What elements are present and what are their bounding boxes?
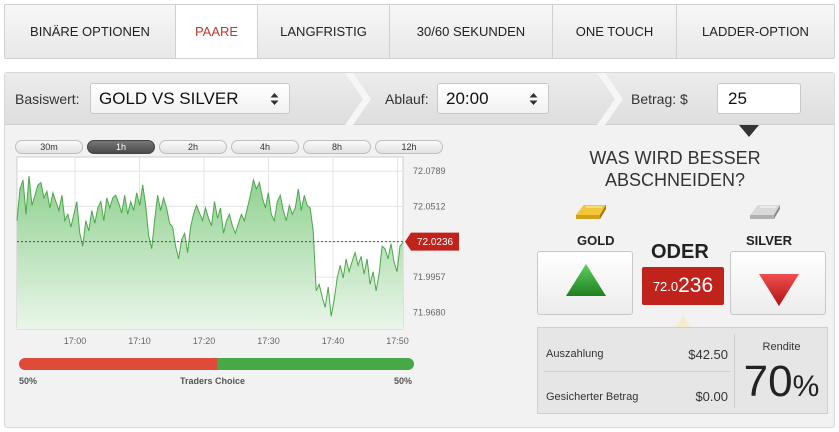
tab-ladder-option[interactable]: LADDER-OPTION bbox=[677, 5, 834, 58]
sentiment-center-label: Traders Choice bbox=[180, 376, 246, 386]
underlying-value: GOLD VS SILVER bbox=[99, 88, 239, 108]
sentiment-right-fill bbox=[216, 358, 414, 370]
traders-choice-bar bbox=[19, 358, 414, 370]
expiry-label: Ablauf: bbox=[385, 91, 429, 107]
divider bbox=[544, 371, 730, 372]
payout-panel: Auszahlung $42.50 Gesicherter Betrag $0.… bbox=[537, 327, 828, 414]
trade-toolbar: Basiswert: GOLD VS SILVER Ablauf: 20:00 … bbox=[5, 73, 834, 125]
sentiment-left-fill bbox=[19, 358, 217, 370]
arrow-down-icon bbox=[759, 274, 799, 306]
product-tabs: BINÄRE OPTIONEN PAARE LANGFRISTIG 30/60 … bbox=[4, 4, 835, 59]
payout-label: Auszahlung bbox=[546, 348, 604, 360]
sentiment-left-label: 50% bbox=[19, 376, 38, 386]
x-tick-label: 17:20 bbox=[193, 336, 216, 346]
tab-pairs[interactable]: PAARE bbox=[176, 5, 258, 58]
price-chart: 72.0789 72.0512 72.0236 71.9957 71.9680 17:00… bbox=[16, 156, 459, 346]
y-tick-label: 71.9680 bbox=[413, 307, 446, 317]
x-tick-label: 17:50 bbox=[386, 336, 409, 346]
price-small-part: 72.0 bbox=[652, 278, 679, 294]
chevron-right-icon bbox=[597, 73, 623, 125]
or-label: ODER bbox=[651, 241, 709, 263]
range-30m-button[interactable]: 30m bbox=[15, 140, 83, 154]
tab-30-60-seconds[interactable]: 30/60 SEKUNDEN bbox=[390, 5, 553, 58]
amount-pointer bbox=[739, 125, 759, 137]
silver-bar-icon bbox=[750, 205, 780, 219]
x-tick-label: 17:10 bbox=[128, 336, 151, 346]
asset-b-label: SILVER bbox=[746, 233, 792, 248]
tab-binary-options[interactable]: BINÄRE OPTIONEN bbox=[5, 5, 176, 58]
x-tick-label: 17:40 bbox=[322, 336, 345, 346]
select-arrows-icon bbox=[270, 93, 279, 105]
gold-up-button[interactable] bbox=[537, 251, 633, 315]
current-price-box: 72.0 236 bbox=[642, 267, 724, 305]
tab-long-term[interactable]: LANGFRISTIG bbox=[258, 5, 390, 58]
return-value: 70% bbox=[734, 356, 829, 413]
select-arrows-icon bbox=[529, 93, 538, 105]
range-8h-button[interactable]: 8h bbox=[303, 140, 371, 154]
secured-amount-label: Gesicherter Betrag bbox=[546, 391, 639, 403]
silver-down-button[interactable] bbox=[730, 251, 826, 315]
underlying-label: Basiswert: bbox=[15, 91, 80, 107]
asset-a-label: GOLD bbox=[577, 233, 615, 248]
x-tick-label: 17:00 bbox=[64, 336, 87, 346]
range-12h-button[interactable]: 12h bbox=[375, 140, 443, 154]
range-4h-button[interactable]: 4h bbox=[231, 140, 299, 154]
expiry-value: 20:00 bbox=[446, 88, 489, 108]
y-tick-label: 71.9957 bbox=[413, 272, 446, 282]
secured-amount-value: $0.00 bbox=[695, 389, 728, 404]
chevron-right-icon bbox=[345, 73, 371, 125]
underlying-select[interactable]: GOLD VS SILVER bbox=[90, 83, 290, 114]
sentiment-right-label: 50% bbox=[394, 376, 413, 386]
current-value-label: 72.0236 bbox=[417, 237, 454, 248]
tab-one-touch[interactable]: ONE TOUCH bbox=[553, 5, 677, 58]
y-tick-label: 72.0789 bbox=[413, 166, 446, 176]
trade-question: WAS WIRD BESSER ABSCHNEIDEN? bbox=[589, 148, 761, 190]
amount-label: Betrag: $ bbox=[631, 91, 688, 107]
expiry-select[interactable]: 20:00 bbox=[437, 83, 549, 114]
gold-bar-icon bbox=[576, 205, 606, 219]
range-1h-button[interactable]: 1h bbox=[87, 140, 155, 154]
trading-panel: Basiswert: GOLD VS SILVER Ablauf: 20:00 … bbox=[4, 72, 835, 428]
y-tick-label: 72.0512 bbox=[413, 201, 446, 211]
arrow-up-icon bbox=[566, 264, 606, 296]
return-label: Rendite bbox=[762, 341, 801, 353]
payout-value: $42.50 bbox=[688, 347, 728, 362]
amount-input[interactable]: 25 bbox=[717, 83, 801, 114]
return-number: 70 bbox=[743, 357, 793, 406]
range-2h-button[interactable]: 2h bbox=[159, 140, 227, 154]
x-tick-label: 17:30 bbox=[257, 336, 280, 346]
return-unit: % bbox=[792, 370, 820, 403]
price-big-part: 236 bbox=[678, 274, 714, 297]
